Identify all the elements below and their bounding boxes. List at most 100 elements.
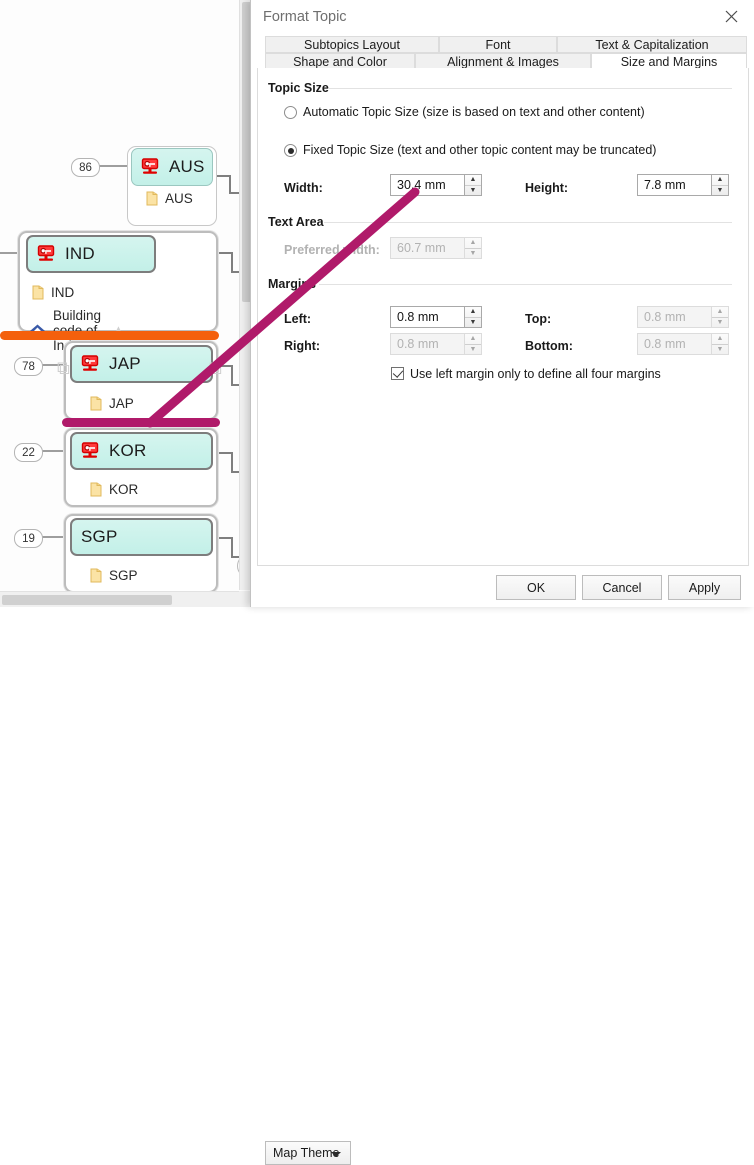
node-aus-subtopic-0-label: AUS [165, 191, 193, 206]
node-aus-badge[interactable]: 86 [71, 158, 100, 177]
width-input[interactable]: 30.4 mm [390, 174, 465, 196]
dialog-title: Format Topic [263, 9, 347, 25]
margin-top-spinner-buttons[interactable]: ▲ ▼ [712, 306, 729, 328]
folder-icon [146, 191, 158, 206]
preferred-width-label: Preferred width: [284, 243, 380, 257]
tab-font[interactable]: Font [439, 36, 557, 53]
width-spinner-buttons[interactable]: ▲ ▼ [465, 174, 482, 196]
node-kor-badge[interactable]: 22 [14, 443, 43, 462]
node-jap-right-handle-icon[interactable]: ⧉ [209, 358, 222, 379]
margin-top-stepper[interactable]: 0.8 mm ▲ ▼ [637, 306, 729, 328]
margin-right-input[interactable]: 0.8 mm [390, 333, 465, 355]
key-computer-icon [141, 158, 162, 176]
node-kor-title[interactable]: KOR [70, 432, 213, 470]
map-theme-dropdown[interactable]: Map Theme [265, 1141, 351, 1165]
margin-right-label: Right: [284, 339, 321, 353]
margin-right-spinner-down-icon[interactable]: ▼ [465, 345, 481, 355]
node-ind-expand-chevron-icon[interactable]: ▲ [112, 322, 125, 337]
node-kor-subtopic-0[interactable]: KOR [90, 482, 138, 497]
node-sgp-badge[interactable]: 19 [14, 529, 43, 548]
format-topic-dialog: Format Topic Subtopics Layout Font Text … [250, 0, 754, 1165]
close-icon[interactable] [708, 0, 754, 32]
margin-right-spinner-up-icon[interactable]: ▲ [465, 334, 481, 345]
dialog-footer: Map Theme OK Cancel Apply [251, 566, 754, 1165]
apply-button[interactable]: Apply [668, 575, 741, 600]
margin-top-input[interactable]: 0.8 mm [637, 306, 712, 328]
node-jap-badge[interactable]: 78 [14, 357, 43, 376]
margin-right-spinner-buttons[interactable]: ▲ ▼ [465, 333, 482, 355]
dialog-tabstrip[interactable]: Subtopics Layout Font Text & Capitalizat… [257, 36, 749, 71]
margin-left-spinner-up-icon[interactable]: ▲ [465, 307, 481, 318]
preferred-width-spinner-down-icon[interactable]: ▼ [465, 249, 481, 259]
node-aus-title[interactable]: AUS [131, 148, 213, 186]
use-left-margin-checkbox[interactable] [391, 367, 404, 380]
key-computer-icon [37, 245, 58, 263]
margin-bottom-spinner-buttons[interactable]: ▲ ▼ [712, 333, 729, 355]
preferred-width-stepper[interactable]: 60.7 mm ▲ ▼ [390, 237, 482, 259]
folder-icon [32, 285, 44, 300]
margin-top-spinner-up-icon[interactable]: ▲ [712, 307, 728, 318]
cancel-button[interactable]: Cancel [582, 575, 662, 600]
margin-bottom-spinner-down-icon[interactable]: ▼ [712, 345, 728, 355]
preferred-width-input[interactable]: 60.7 mm [390, 237, 465, 259]
size-and-margins-panel: Topic Size Automatic Topic Size (size is… [257, 68, 749, 566]
group-divider-margins [319, 284, 732, 285]
folder-icon [90, 482, 102, 497]
width-spinner-up-icon[interactable]: ▲ [465, 175, 481, 186]
use-left-margin-label: Use left margin only to define all four … [410, 367, 661, 381]
margin-left-stepper[interactable]: 0.8 mm ▲ ▼ [390, 306, 482, 328]
margin-left-spinner-down-icon[interactable]: ▼ [465, 318, 481, 328]
margin-right-stepper[interactable]: 0.8 mm ▲ ▼ [390, 333, 482, 355]
preferred-width-spinner-buttons[interactable]: ▲ ▼ [465, 237, 482, 259]
folder-icon [90, 396, 102, 411]
height-spinner-buttons[interactable]: ▲ ▼ [712, 174, 729, 196]
radio-automatic-topic-size[interactable] [284, 106, 297, 119]
node-ind-subtopic-0[interactable]: IND [32, 285, 74, 300]
folder-icon [90, 568, 102, 583]
margin-bottom-label: Bottom: [525, 339, 573, 353]
height-stepper[interactable]: 7.8 mm ▲ ▼ [637, 174, 729, 196]
group-label-margins: Margins [268, 277, 321, 291]
height-spinner-down-icon[interactable]: ▼ [712, 186, 728, 196]
margin-top-spinner-down-icon[interactable]: ▼ [712, 318, 728, 328]
height-input[interactable]: 7.8 mm [637, 174, 712, 196]
node-jap-left-handle-icon[interactable]: ⧉ [57, 358, 70, 379]
node-jap-subtopic-0-label: JAP [109, 396, 134, 411]
node-sgp-title-label: SGP [81, 527, 118, 546]
node-aus-subtopic-0[interactable]: AUS [146, 191, 193, 206]
canvas-horizontal-scroll-thumb[interactable] [2, 595, 172, 605]
margin-bottom-spinner-up-icon[interactable]: ▲ [712, 334, 728, 345]
ok-button[interactable]: OK [496, 575, 576, 600]
height-spinner-up-icon[interactable]: ▲ [712, 175, 728, 186]
radio-fixed-topic-size[interactable] [284, 144, 297, 157]
tab-subtopics-layout[interactable]: Subtopics Layout [265, 36, 439, 53]
group-divider-topic-size [328, 88, 732, 89]
node-ind-title[interactable]: IND [26, 235, 156, 273]
margin-left-spinner-buttons[interactable]: ▲ ▼ [465, 306, 482, 328]
preferred-width-spinner-up-icon[interactable]: ▲ [465, 238, 481, 249]
width-stepper[interactable]: 30.4 mm ▲ ▼ [390, 174, 482, 196]
map-theme-label: Map Theme [273, 1146, 340, 1160]
height-label: Height: [525, 181, 569, 195]
margin-left-input[interactable]: 0.8 mm [390, 306, 465, 328]
width-spinner-down-icon[interactable]: ▼ [465, 186, 481, 196]
node-jap-title[interactable]: JAP [70, 345, 213, 383]
group-divider-text-area [324, 222, 732, 223]
dialog-titlebar[interactable]: Format Topic [251, 0, 754, 36]
group-label-topic-size: Topic Size [268, 81, 334, 95]
node-kor-subtopic-0-label: KOR [109, 482, 139, 497]
node-kor-title-label: KOR [109, 441, 147, 460]
node-jap-subtopic-0[interactable]: JAP [90, 396, 134, 411]
margin-bottom-input[interactable]: 0.8 mm [637, 333, 712, 355]
margin-bottom-stepper[interactable]: 0.8 mm ▲ ▼ [637, 333, 729, 355]
group-label-text-area: Text Area [268, 215, 329, 229]
tab-text-capitalization[interactable]: Text & Capitalization [557, 36, 747, 53]
node-aus-title-label: AUS [169, 157, 205, 176]
canvas-horizontal-scrollbar[interactable] [0, 591, 240, 607]
node-ind-title-label: IND [65, 244, 95, 263]
node-jap-title-label: JAP [109, 354, 141, 373]
margin-left-label: Left: [284, 312, 312, 326]
node-sgp-subtopic-0[interactable]: SGP [90, 568, 138, 583]
node-sgp-title[interactable]: SGP [70, 518, 213, 556]
radio-fixed-topic-size-label: Fixed Topic Size (text and other topic c… [303, 143, 657, 157]
